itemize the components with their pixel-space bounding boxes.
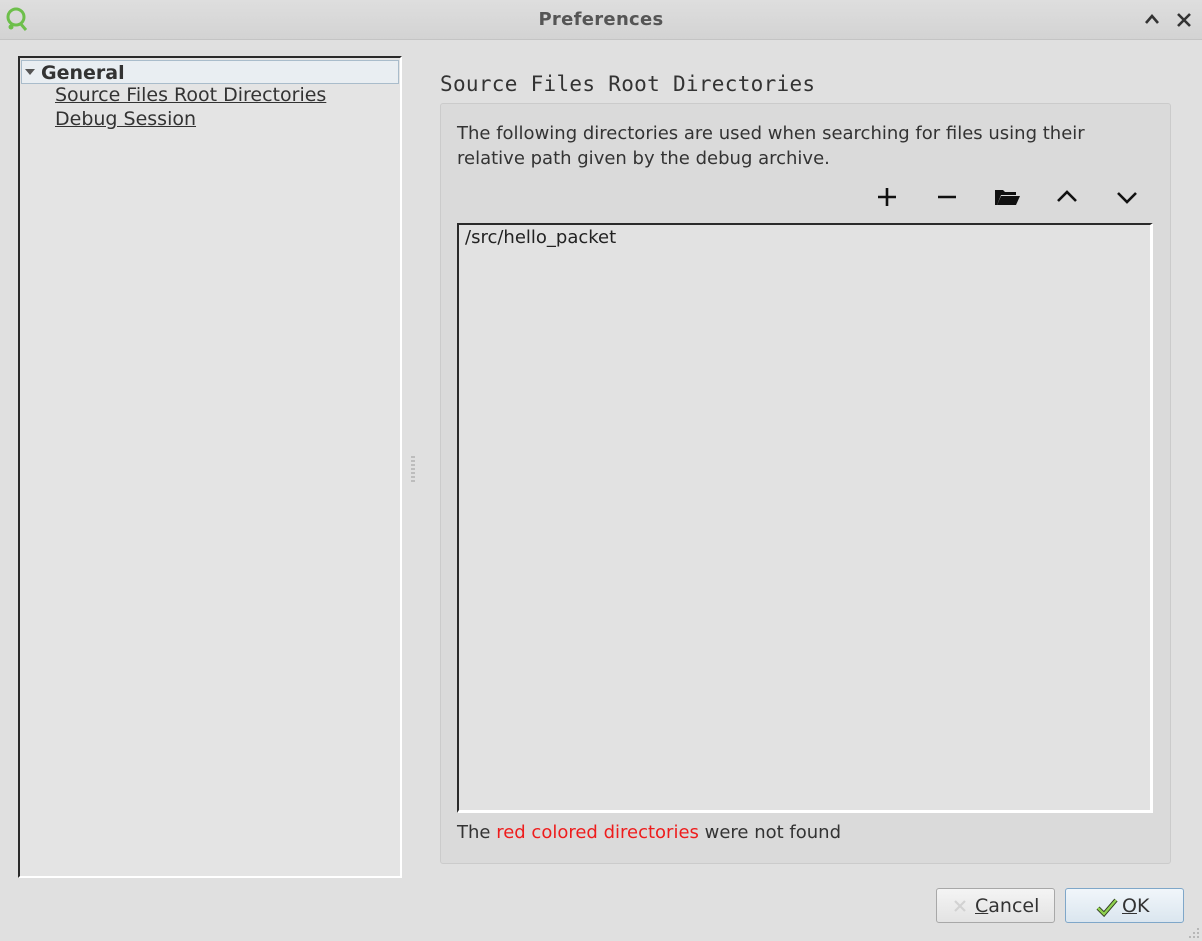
tree-item-debug-session[interactable]: Debug Session [55,108,196,130]
close-icon [1177,13,1191,27]
maximize-button[interactable] [1142,10,1162,30]
move-up-button[interactable] [1052,182,1082,212]
preferences-window: Preferences General Source Files Root Di… [0,0,1202,941]
splitter-handle[interactable] [411,456,415,482]
expand-triangle-icon[interactable] [25,69,35,75]
window-title: Preferences [538,9,664,30]
section-title: Source Files Root Directories [440,72,816,96]
title-bar: Preferences [0,0,1202,40]
ok-button-label: OK [1122,895,1150,917]
browse-directory-button[interactable] [992,182,1022,212]
chevron-down-icon [1117,192,1137,204]
add-directory-button[interactable] [872,182,902,212]
cancel-x-icon [954,900,966,912]
tree-item-general[interactable]: General [21,60,399,84]
remove-directory-button[interactable] [932,182,962,212]
cancel-button-label: Cancel [975,895,1040,917]
cancel-button[interactable]: Cancel [936,888,1055,923]
note-prefix: The [457,822,497,843]
section-description: The following directories are used when … [457,123,1085,169]
ok-button[interactable]: OK [1065,888,1184,923]
resize-grip-icon[interactable] [1186,925,1200,939]
list-item[interactable]: /src/hello_packet [465,227,616,248]
checkmark-icon [1096,898,1118,917]
folder-open-icon [995,190,1020,205]
tree-item-label: General [41,62,125,84]
minus-icon [938,195,956,199]
chevron-up-icon [1145,14,1159,24]
directory-list[interactable]: /src/hello_packet [457,223,1153,813]
note-highlight: red colored directories [496,822,699,843]
move-down-button[interactable] [1112,182,1142,212]
note-suffix: were not found [698,822,842,843]
chevron-up-icon [1057,190,1077,202]
close-button[interactable] [1174,10,1194,30]
not-found-note: The red colored directories were not fou… [457,822,841,843]
plus-icon [878,188,896,206]
preferences-tree[interactable]: General Source Files Root Directories De… [18,56,402,878]
tree-item-source-files-root-directories[interactable]: Source Files Root Directories [55,84,326,106]
